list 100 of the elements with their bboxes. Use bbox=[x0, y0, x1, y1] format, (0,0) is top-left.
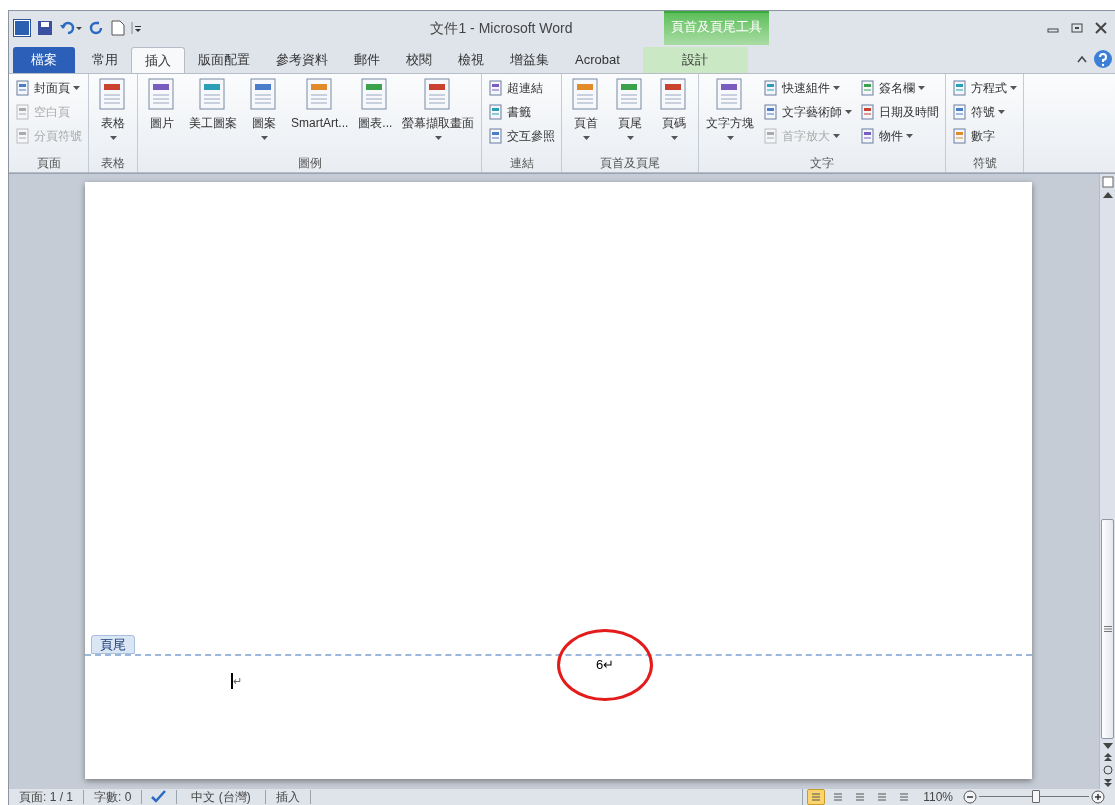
help-icon[interactable] bbox=[1093, 49, 1113, 69]
item-icon bbox=[15, 128, 31, 144]
zoom-in-icon[interactable] bbox=[1091, 790, 1105, 804]
item-icon bbox=[15, 80, 31, 96]
ribbon-large-button[interactable]: 圖案 bbox=[244, 77, 284, 151]
ribbon-large-button[interactable]: 頁碼 bbox=[654, 77, 695, 151]
ribbon-tab[interactable]: 增益集 bbox=[497, 47, 562, 73]
view-layout-icon bbox=[876, 791, 889, 803]
ribbon-small-button[interactable]: 文字藝術師 bbox=[761, 101, 855, 123]
item-icon bbox=[488, 104, 505, 120]
ribbon-tab[interactable]: 檔案 bbox=[13, 47, 75, 73]
language-indicator[interactable]: 中文 (台灣) bbox=[177, 790, 266, 804]
caret-icon bbox=[726, 136, 734, 140]
ribbon-large-button[interactable]: 表格 bbox=[93, 77, 133, 151]
item-icon bbox=[860, 104, 877, 120]
ribbon-tab[interactable]: 設計 bbox=[642, 47, 748, 73]
caret-icon bbox=[918, 86, 926, 90]
view-layout-icon bbox=[854, 791, 867, 803]
caret-icon bbox=[1010, 86, 1018, 90]
ribbon-small-button[interactable]: 符號 bbox=[950, 101, 1020, 123]
next-page-icon[interactable] bbox=[1103, 779, 1112, 787]
item-icon bbox=[488, 128, 505, 144]
ribbon-tab[interactable]: 插入 bbox=[131, 47, 185, 73]
ribbon-large-button[interactable]: 文字方塊 bbox=[703, 77, 758, 151]
ribbon-large-button[interactable]: 頁尾 bbox=[610, 77, 651, 151]
zoom-slider-thumb[interactable] bbox=[1032, 790, 1041, 803]
contextual-group-label: 頁首及頁尾工具 bbox=[671, 18, 762, 36]
collapse-ribbon-icon[interactable] bbox=[1077, 55, 1087, 63]
ribbon-small-button[interactable]: 方程式 bbox=[950, 77, 1020, 99]
ribbon-tab[interactable]: 檢視 bbox=[445, 47, 497, 73]
group-label: 頁面 bbox=[35, 155, 62, 172]
caret-icon bbox=[73, 86, 80, 90]
ribbon-large-button[interactable]: 頁首 bbox=[566, 77, 607, 151]
customize-toolbar-icon[interactable] bbox=[131, 20, 141, 36]
status-item[interactable]: 字數: 0 bbox=[84, 790, 143, 804]
ribbon-tab[interactable]: 參考資料 bbox=[263, 47, 341, 73]
scroll-down-icon[interactable] bbox=[1102, 743, 1113, 749]
scroll-thumb[interactable] bbox=[1101, 519, 1114, 739]
caret-icon bbox=[833, 86, 841, 90]
ribbon-small-button[interactable]: 書籤 bbox=[486, 101, 558, 123]
zoom-slider[interactable] bbox=[979, 790, 1089, 804]
window-title: 文件1 - Microsoft Word bbox=[429, 18, 574, 38]
item-icon bbox=[860, 128, 877, 144]
status-item[interactable]: 頁面: 1 / 1 bbox=[9, 790, 85, 804]
save-icon[interactable] bbox=[37, 20, 53, 36]
item-icon bbox=[763, 128, 780, 144]
ribbon-tab[interactable]: 常用 bbox=[79, 47, 131, 73]
new-document-icon[interactable] bbox=[111, 20, 125, 36]
ribbon-small-button[interactable]: 超連結 bbox=[486, 77, 558, 99]
caret-icon bbox=[833, 134, 841, 138]
grip-icon bbox=[1103, 626, 1112, 632]
ribbon-large-button[interactable]: SmartArt... bbox=[288, 77, 352, 151]
caret-icon bbox=[109, 136, 117, 140]
caret-icon bbox=[434, 136, 442, 140]
scroll-up-icon[interactable] bbox=[1102, 192, 1113, 198]
caret-icon bbox=[670, 136, 678, 140]
footer-tag: 頁尾 bbox=[91, 635, 135, 654]
caret-icon bbox=[845, 110, 853, 114]
ribbon-small-button[interactable]: 數字 bbox=[950, 125, 1020, 147]
caret-icon bbox=[626, 136, 634, 140]
ribbon-small-button[interactable]: 日期及時間 bbox=[858, 101, 942, 123]
item-icon bbox=[763, 104, 780, 120]
text-cursor bbox=[231, 673, 233, 689]
ribbon-large-button[interactable]: 螢幕擷取畫面 bbox=[399, 77, 478, 151]
group-label: 文字 bbox=[809, 155, 836, 172]
ribbon-large-button[interactable]: 美工圖案 bbox=[186, 77, 240, 151]
ribbon-small-button[interactable]: 簽名欄 bbox=[858, 77, 942, 99]
insert-mode-indicator[interactable]: 插入 bbox=[265, 790, 311, 804]
zoom-out-icon[interactable] bbox=[963, 790, 977, 804]
redo-icon[interactable] bbox=[89, 20, 105, 36]
group-label: 表格 bbox=[100, 155, 126, 172]
view-layout-icon bbox=[898, 791, 911, 803]
ribbon-tab[interactable]: Acrobat bbox=[562, 47, 633, 73]
ribbon-small-button[interactable]: 封面頁 bbox=[13, 77, 84, 99]
ribbon-small-button[interactable]: 快速組件 bbox=[761, 77, 855, 99]
caret-icon bbox=[582, 136, 590, 140]
vertical-scrollbar[interactable] bbox=[1099, 174, 1115, 789]
zoom-level[interactable]: 110% bbox=[913, 790, 963, 804]
restore-icon[interactable] bbox=[1071, 22, 1083, 34]
ribbon-large-button[interactable]: 圖片 bbox=[142, 77, 182, 151]
browse-object-icon[interactable] bbox=[1102, 765, 1113, 775]
ribbon-tab[interactable]: 版面配置 bbox=[185, 47, 263, 73]
ribbon-large-button[interactable]: 圖表... bbox=[355, 77, 396, 151]
item-icon bbox=[763, 80, 780, 96]
ribbon-small-button[interactable]: 交互參照 bbox=[486, 125, 558, 147]
caret-icon bbox=[260, 136, 268, 140]
ribbon-small-button[interactable]: 物件 bbox=[858, 125, 942, 147]
item-icon bbox=[952, 104, 969, 120]
paragraph-mark: ↵ bbox=[233, 674, 242, 689]
proofing-icon[interactable] bbox=[150, 790, 169, 804]
caret-icon bbox=[998, 110, 1006, 114]
group-label: 圖例 bbox=[296, 155, 323, 172]
ruler-toggle-icon[interactable] bbox=[1101, 176, 1114, 188]
group-label: 符號 bbox=[971, 155, 998, 172]
ribbon-tab[interactable]: 郵件 bbox=[341, 47, 393, 73]
close-icon[interactable] bbox=[1095, 22, 1107, 34]
previous-page-icon[interactable] bbox=[1103, 753, 1112, 761]
undo-icon[interactable] bbox=[59, 20, 83, 36]
ribbon-tab[interactable]: 校閱 bbox=[393, 47, 445, 73]
group-label: 頁首及頁尾 bbox=[599, 155, 662, 172]
